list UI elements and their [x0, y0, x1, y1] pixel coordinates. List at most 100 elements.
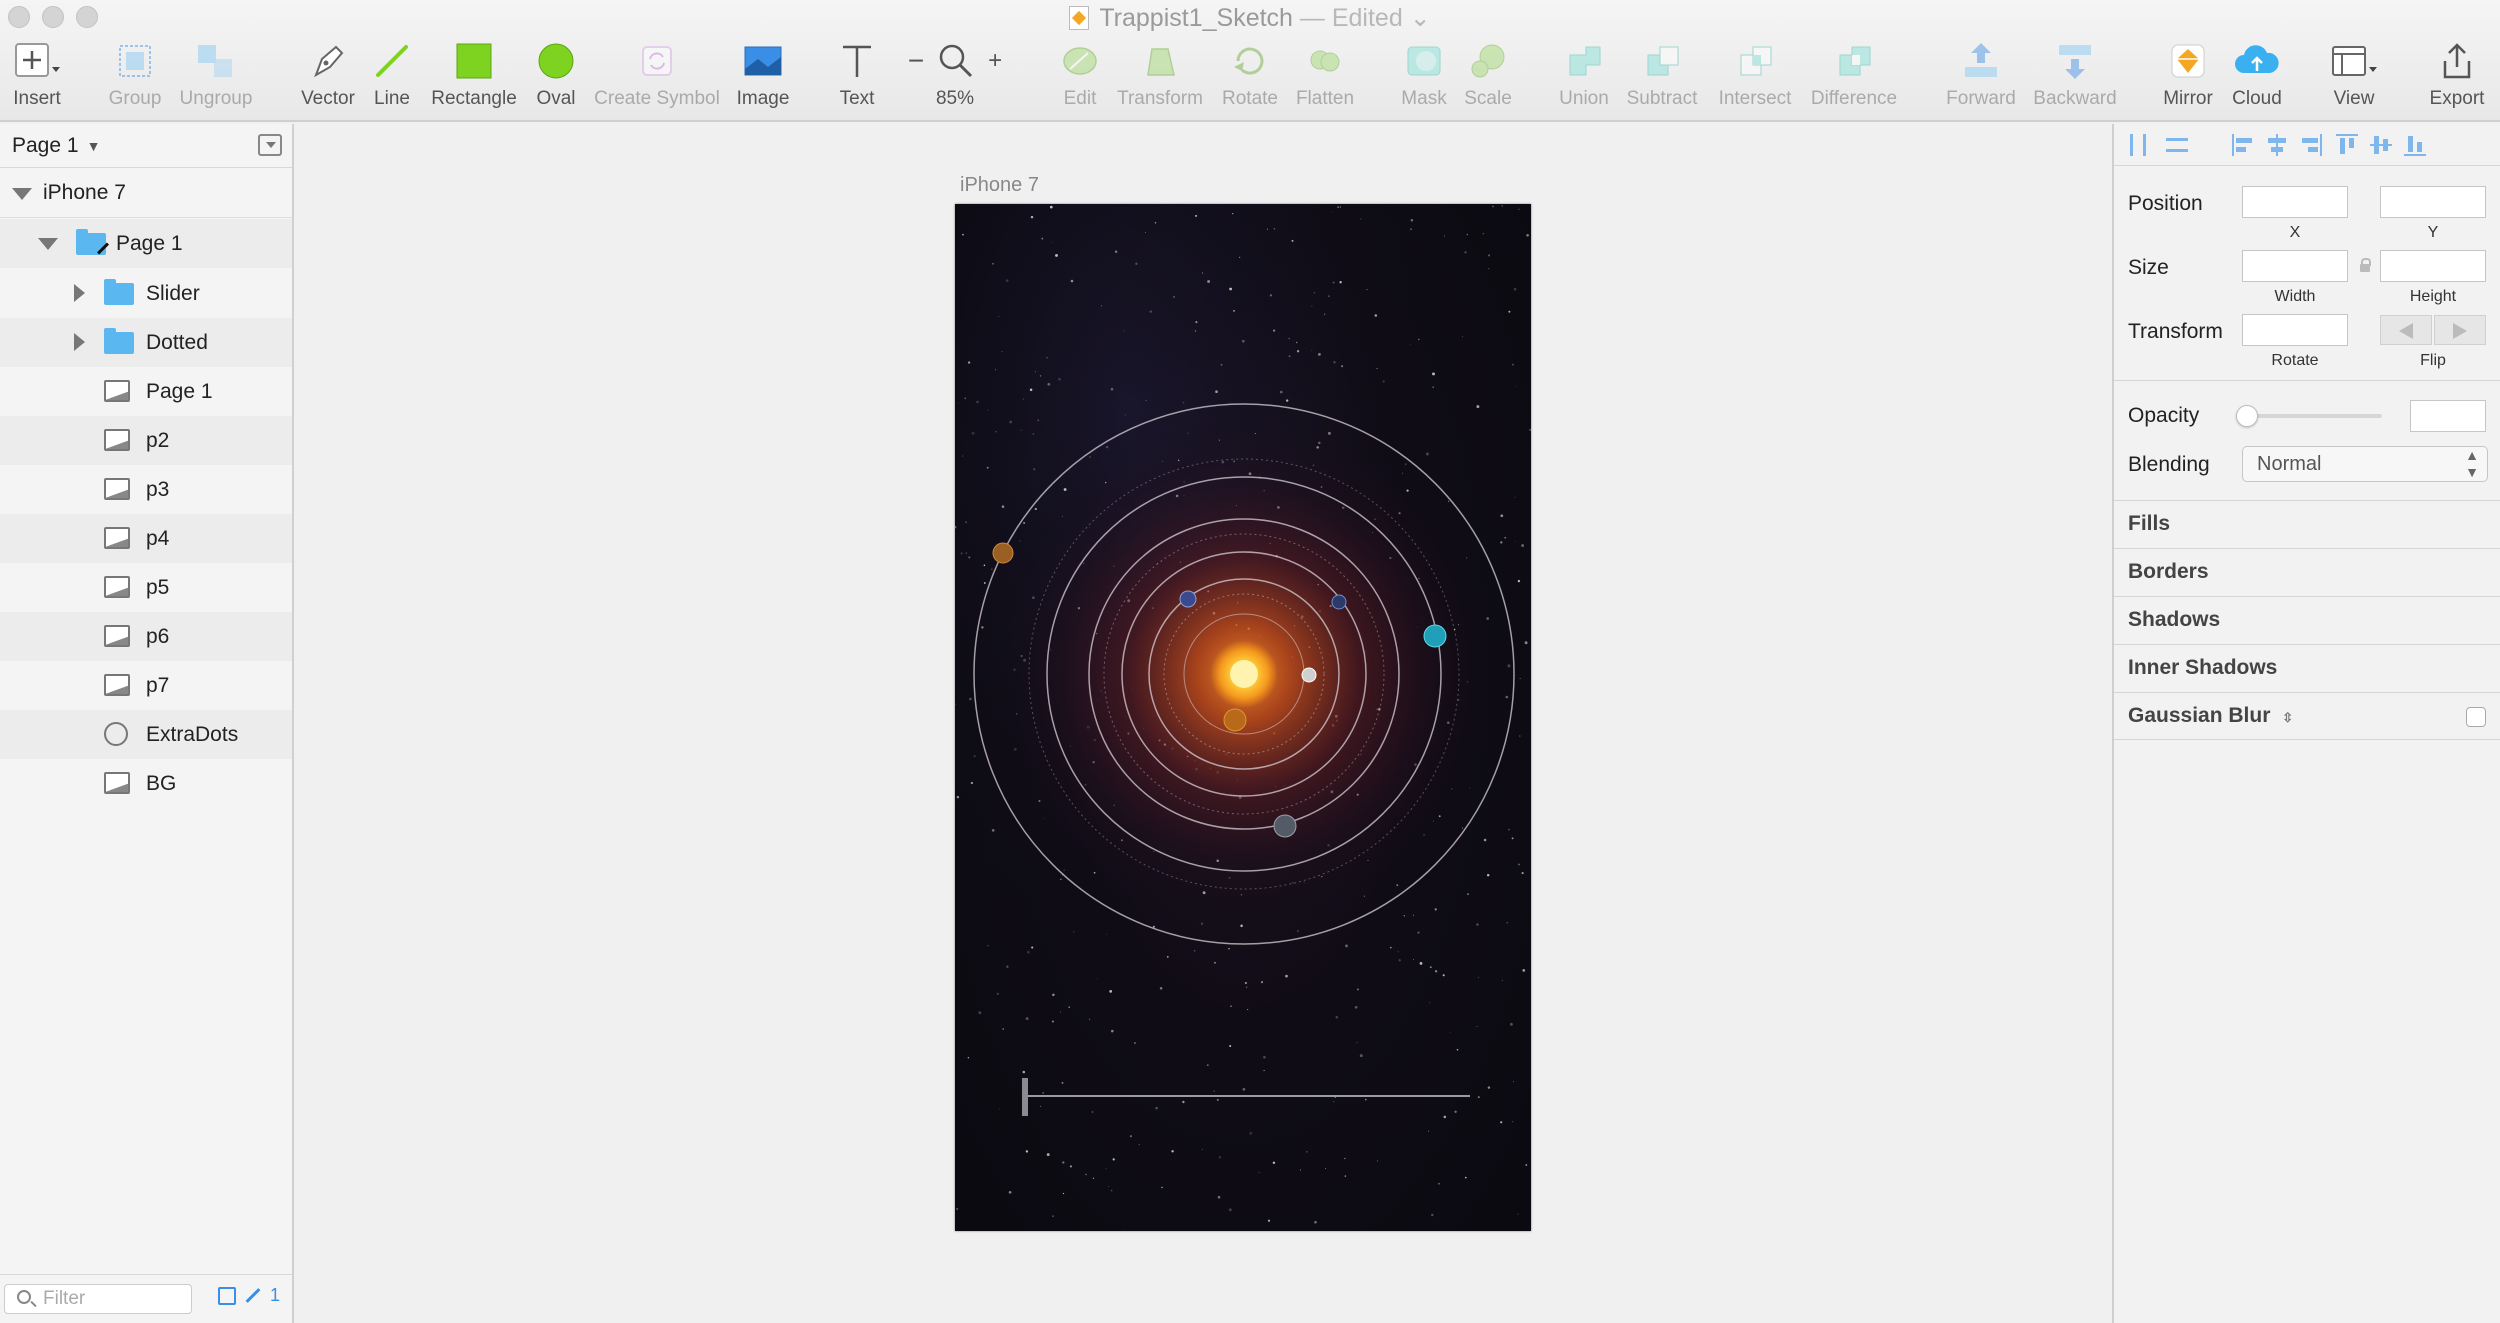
vector-button[interactable]: Vector [296, 38, 360, 118]
star [976, 400, 979, 404]
flip-horizontal-button[interactable] [2380, 315, 2432, 345]
insert-button[interactable]: Insert [2, 38, 72, 118]
ungroup-label: Ungroup [179, 88, 253, 109]
image-button[interactable]: Image [732, 38, 794, 118]
layer-row-artboard[interactable]: iPhone 7 [0, 169, 292, 218]
intersect-button[interactable]: Intersect [1712, 38, 1798, 118]
height-field[interactable] [2380, 250, 2486, 282]
inner-shadows-section[interactable]: Inner Shadows [2114, 644, 2500, 692]
layer-row-bitmap[interactable]: Page 1 [0, 367, 292, 416]
zoom-control[interactable]: − + 85% [900, 38, 1010, 118]
disclosure-down-icon[interactable] [12, 188, 32, 200]
text-button[interactable]: Text [828, 38, 886, 118]
gaussian-blur-section[interactable]: Gaussian Blur ⇳ [2114, 692, 2500, 740]
zoom-out-button[interactable]: − [908, 45, 924, 77]
position-x-field[interactable] [2242, 186, 2348, 218]
collapse-pages-icon[interactable] [258, 134, 282, 156]
layer-row-shape[interactable]: ExtraDots [0, 710, 292, 759]
disclosure-right-icon[interactable] [74, 333, 85, 351]
cloud-button[interactable]: Cloud [2226, 38, 2288, 118]
disclosure-right-icon[interactable] [74, 284, 85, 302]
layer-row-bitmap[interactable]: p2 [0, 416, 292, 465]
shadows-section[interactable]: Shadows [2114, 596, 2500, 644]
star [1456, 1048, 1459, 1051]
edited-status[interactable]: — Edited [1300, 4, 1403, 32]
layer-row-bitmap[interactable]: p7 [0, 661, 292, 710]
opacity-slider[interactable] [2240, 414, 2382, 418]
align-right-icon[interactable] [2300, 134, 2322, 156]
distribute-vertical-icon[interactable] [2166, 134, 2188, 156]
align-top-icon[interactable] [2336, 134, 2358, 156]
group-button[interactable]: Group [100, 38, 170, 118]
rotate-field[interactable] [2242, 314, 2348, 346]
align-left-icon[interactable] [2232, 134, 2254, 156]
timeline-slider-handle[interactable] [1022, 1078, 1028, 1116]
artboard-iphone-7[interactable] [955, 204, 1531, 1231]
star [1135, 262, 1138, 265]
create-symbol-button[interactable]: Create Symbol [590, 38, 724, 118]
ungroup-button[interactable]: Ungroup [176, 38, 256, 118]
edited-layers-icon[interactable] [245, 1288, 261, 1303]
backward-button[interactable]: Backward [2030, 38, 2120, 118]
blur-type-chevron-icon[interactable]: ⇳ [2282, 710, 2293, 725]
align-middle-vertical-icon[interactable] [2370, 134, 2392, 156]
gaussian-blur-title: Gaussian Blur [2128, 704, 2271, 727]
zoom-in-button[interactable]: + [988, 47, 1002, 75]
star [956, 795, 960, 799]
star [1476, 405, 1480, 409]
layer-row-bitmap[interactable]: p4 [0, 514, 292, 563]
canvas[interactable]: iPhone 7 [296, 124, 2112, 1323]
fills-section[interactable]: Fills [2114, 500, 2500, 548]
layer-row-group[interactable]: Dotted [0, 318, 292, 367]
forward-button[interactable]: Forward [1942, 38, 2020, 118]
rectangle-button[interactable]: Rectangle [428, 38, 520, 118]
distribute-horizontal-icon[interactable] [2128, 134, 2150, 156]
mask-button[interactable]: Mask [1396, 38, 1452, 118]
layer-row-bitmap[interactable]: BG [0, 759, 292, 808]
layer-row-group[interactable]: Page 1 [0, 219, 292, 268]
star [1477, 1096, 1480, 1099]
transform-button[interactable]: Transform [1112, 38, 1208, 118]
gaussian-blur-checkbox[interactable] [2466, 707, 2486, 727]
rotate-button[interactable]: Rotate [1218, 38, 1282, 118]
opacity-field[interactable] [2410, 400, 2486, 432]
layer-row-bitmap[interactable]: p5 [0, 563, 292, 612]
star [1508, 828, 1510, 831]
blending-select[interactable]: Normal ▲ ▼ [2242, 446, 2488, 482]
align-center-horizontal-icon[interactable] [2266, 134, 2288, 156]
union-button[interactable]: Union [1554, 38, 1614, 118]
edit-button[interactable]: Edit [1054, 38, 1106, 118]
layer-label: Slider [146, 281, 200, 305]
difference-button[interactable]: Difference [1806, 38, 1902, 118]
flip-vertical-button[interactable] [2434, 315, 2486, 345]
title-chevron-icon[interactable]: ⌄ [1410, 4, 1431, 32]
position-y-field[interactable] [2380, 186, 2486, 218]
mirror-button[interactable]: Mirror [2156, 38, 2220, 118]
layer-row-bitmap[interactable]: p3 [0, 465, 292, 514]
layer-row-bitmap[interactable]: p6 [0, 612, 292, 661]
star [964, 397, 967, 400]
disclosure-down-icon[interactable] [38, 238, 58, 250]
lock-proportions-icon[interactable] [2360, 258, 2371, 272]
flatten-button[interactable]: Flatten [1290, 38, 1360, 118]
width-field[interactable] [2242, 250, 2348, 282]
subtract-button[interactable]: Subtract [1622, 38, 1702, 118]
export-button[interactable]: Export [2420, 38, 2494, 118]
star [1037, 419, 1040, 422]
filter-input[interactable]: Filter [4, 1284, 192, 1314]
star [962, 233, 964, 236]
artboard-title[interactable]: iPhone 7 [960, 174, 1039, 197]
align-bottom-icon[interactable] [2404, 134, 2426, 156]
star [1269, 294, 1273, 297]
borders-section[interactable]: Borders [2114, 548, 2500, 596]
view-button[interactable]: View [2322, 38, 2386, 118]
opacity-slider-knob[interactable] [2236, 405, 2258, 427]
layer-row-group[interactable]: Slider [0, 269, 292, 318]
planet-f [1273, 814, 1297, 838]
star [973, 755, 976, 758]
scale-button[interactable]: Scale [1458, 38, 1518, 118]
oval-button[interactable]: Oval [528, 38, 584, 118]
page-selector[interactable]: Page 1 ▼ [0, 124, 292, 168]
line-button[interactable]: Line [364, 38, 420, 118]
export-layers-icon[interactable] [218, 1286, 236, 1305]
